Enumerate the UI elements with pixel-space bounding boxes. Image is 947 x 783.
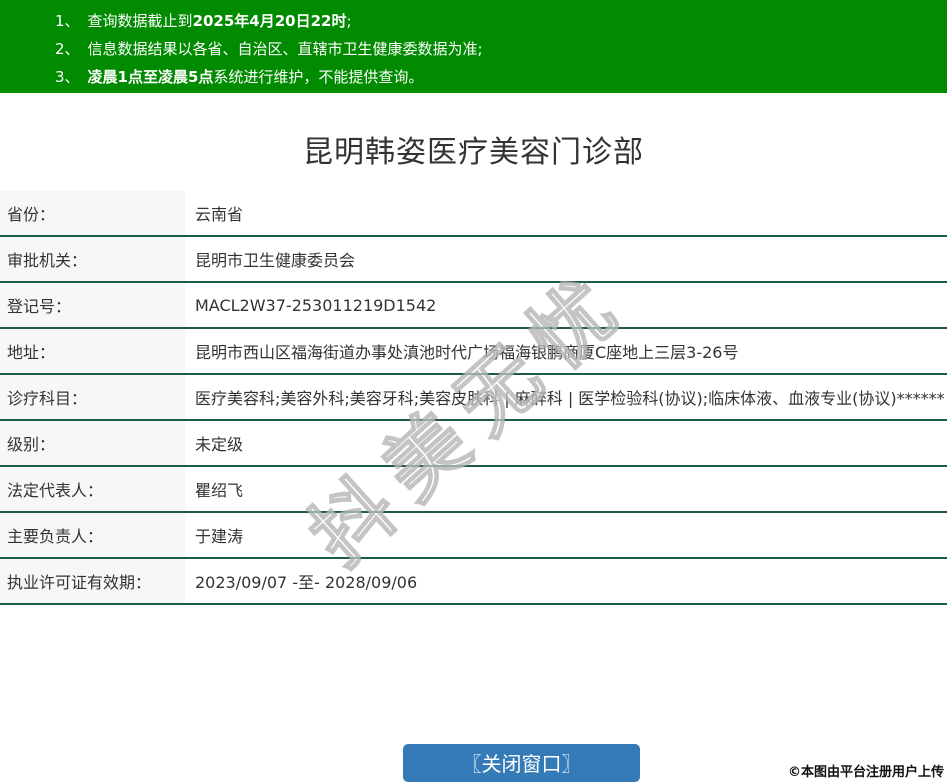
table-row: 执业许可证有效期： 2023/09/07 -至- 2028/09/06: [0, 559, 947, 605]
row-label: 级别：: [0, 421, 185, 465]
table-row: 主要负责人： 于建涛: [0, 513, 947, 559]
notice-banner: 1、 查询数据截止到2025年4月20日22时; 2、 信息数据结果以各省、自治区、…: [0, 0, 947, 93]
row-label: 省份：: [0, 191, 185, 235]
row-value: 于建涛: [195, 527, 244, 546]
footer-credit: ©本图由平台注册用户上传: [787, 765, 944, 780]
notice-line-2: 2、 信息数据结果以各省、自治区、直辖市卫生健康委数据为准;: [55, 35, 937, 63]
notice-line-1: 1、 查询数据截止到2025年4月20日22时;: [55, 7, 937, 35]
row-value: 瞿绍飞: [195, 481, 244, 500]
notice-text: 查询数据截止到: [87, 12, 193, 30]
close-window-button[interactable]: 〖关闭窗口〗: [403, 744, 640, 782]
table-row: 省份： 云南省: [0, 191, 947, 237]
row-value: 昆明市卫生健康委员会: [195, 251, 356, 270]
row-label: 登记号：: [0, 283, 185, 327]
notice-line-3: 3、 凌晨1点至凌晨5点系统进行维护，不能提供查询。: [55, 63, 937, 91]
row-label: 法定代表人：: [0, 467, 185, 511]
table-row: 地址： 昆明市西山区福海街道办事处滇池时代广场福海银鹏商厦C座地上三层3-26号: [0, 329, 947, 375]
row-label: 执业许可证有效期：: [0, 559, 185, 603]
info-table: 省份： 云南省 审批机关： 昆明市卫生健康委员会 登记号： MACL2W37-253011…: [0, 191, 947, 605]
row-label: 诊疗科目：: [0, 375, 185, 419]
table-row: 审批机关： 昆明市卫生健康委员会: [0, 237, 947, 283]
row-value: 2023/09/07 -至- 2028/09/06: [195, 573, 418, 592]
row-label: 审批机关：: [0, 237, 185, 281]
row-value: MACL2W37-253011219D1542: [195, 295, 437, 315]
notice-line-number: 2、: [55, 40, 80, 58]
row-value: 未定级: [195, 435, 244, 454]
notice-text-bold: 2025年4月20日22时: [192, 12, 347, 30]
page-title: 昆明韩姿医疗美容门诊部: [303, 135, 644, 170]
notice-text: 系统进行维护，不能提供查询。: [213, 68, 424, 86]
notice-text: ;: [346, 12, 352, 30]
notice-line-number: 1、: [55, 12, 80, 30]
table-row: 法定代表人： 瞿绍飞: [0, 467, 947, 513]
notice-line-number: 3、: [55, 68, 80, 86]
row-value: 医疗美容科;美容外科;美容牙科;美容皮肤科 | 麻醉科 | 医学检验科(协议);…: [195, 389, 945, 408]
table-row: 登记号： MACL2W37-253011219D1542: [0, 283, 947, 329]
row-label: 主要负责人：: [0, 513, 185, 557]
row-value: 昆明市西山区福海街道办事处滇池时代广场福海银鹏商厦C座地上三层3-26号: [195, 343, 739, 362]
notice-text: 信息数据结果以各省、自治区、直辖市卫生健康委数据为准;: [87, 40, 483, 58]
table-row: 级别： 未定级: [0, 421, 947, 467]
table-row: 诊疗科目： 医疗美容科;美容外科;美容牙科;美容皮肤科 | 麻醉科 | 医学检验科…: [0, 375, 947, 421]
row-label: 地址：: [0, 329, 185, 373]
row-value: 云南省: [195, 205, 244, 224]
notice-text-bold: 凌晨1点至凌晨5点: [87, 68, 214, 86]
